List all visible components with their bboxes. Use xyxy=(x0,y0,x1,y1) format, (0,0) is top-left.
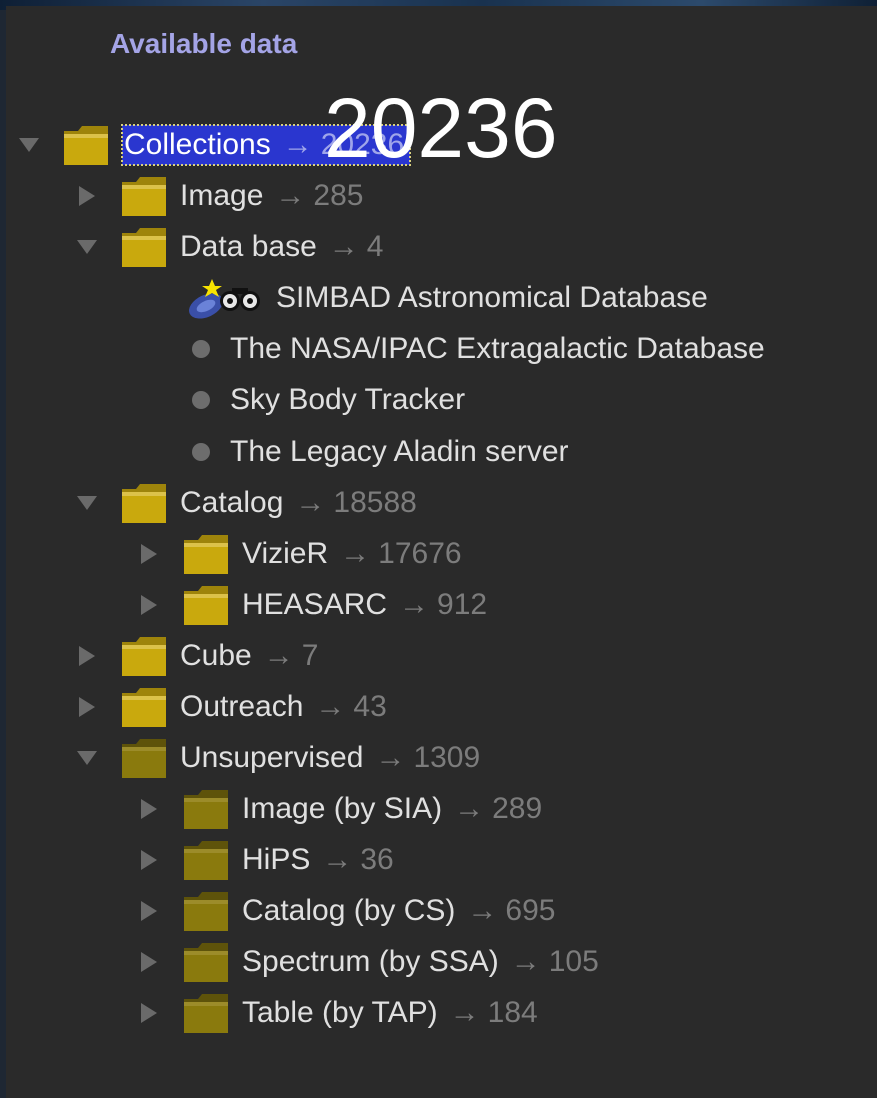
tree-node-unsupervised[interactable]: Unsupervised → 1309 xyxy=(74,733,480,783)
node-label: The NASA/IPAC Extragalactic Database xyxy=(230,332,765,365)
collapsed-triangle-icon[interactable] xyxy=(136,900,162,922)
tree-node-heasarc[interactable]: HEASARC → 912 xyxy=(136,580,487,630)
folder-icon xyxy=(120,225,168,269)
node-label: Collections xyxy=(124,128,271,161)
tree-node-collections[interactable]: Collections → 20236 xyxy=(16,120,412,170)
expanded-triangle-icon[interactable] xyxy=(74,239,100,255)
node-label: Catalog xyxy=(180,486,284,519)
node-label: The Legacy Aladin server xyxy=(230,435,569,468)
node-label: Table (by TAP) xyxy=(242,996,438,1029)
node-arrow: → xyxy=(263,639,294,672)
node-count: 20236 xyxy=(320,128,405,161)
simbad-logo-icon xyxy=(184,273,268,323)
node-arrow: → xyxy=(340,537,371,570)
folder-icon xyxy=(182,787,230,831)
collapsed-triangle-icon[interactable] xyxy=(136,594,162,616)
node-arrow: → xyxy=(282,128,313,161)
bullet-icon xyxy=(192,391,210,409)
node-arrow: → xyxy=(315,690,346,723)
folder-icon xyxy=(182,991,230,1035)
node-label: Spectrum (by SSA) xyxy=(242,945,499,978)
collapsed-triangle-icon[interactable] xyxy=(74,185,100,207)
panel-title: Available data xyxy=(110,28,298,59)
folder-icon xyxy=(182,889,230,933)
tree-leaf-simbad[interactable]: SIMBAD Astronomical Database xyxy=(184,273,708,323)
node-label: Sky Body Tracker xyxy=(230,383,466,416)
node-count: 1309 xyxy=(413,741,481,774)
node-label: Catalog (by CS) xyxy=(242,894,456,927)
node-label: Cube xyxy=(180,639,252,672)
expanded-triangle-icon[interactable] xyxy=(74,750,100,766)
tree-node-cube[interactable]: Cube → 7 xyxy=(74,631,318,681)
node-count: 285 xyxy=(313,179,364,212)
collapsed-triangle-icon[interactable] xyxy=(136,798,162,820)
node-arrow: → xyxy=(375,741,406,774)
node-count: 184 xyxy=(487,996,538,1029)
node-count: 18588 xyxy=(333,486,417,519)
tree-node-catalog-cs[interactable]: Catalog (by CS) → 695 xyxy=(136,886,555,936)
folder-icon xyxy=(182,583,230,627)
node-arrow: → xyxy=(454,792,485,825)
folder-icon xyxy=(62,123,110,167)
tree-node-spectrum-ssa[interactable]: Spectrum (by SSA) → 105 xyxy=(136,937,599,987)
node-label: Image xyxy=(180,179,264,212)
tree-node-catalog[interactable]: Catalog → 18588 xyxy=(74,478,417,528)
node-count: 4 xyxy=(366,230,384,263)
tree-leaf-legacy-aladin[interactable]: The Legacy Aladin server xyxy=(188,427,569,477)
tree-node-vizier[interactable]: VizieR → 17676 xyxy=(136,529,462,579)
node-label: Outreach xyxy=(180,690,304,723)
collapsed-triangle-icon[interactable] xyxy=(136,951,162,973)
expanded-triangle-icon[interactable] xyxy=(16,137,42,153)
bullet-icon xyxy=(192,443,210,461)
tree-node-hips[interactable]: HiPS → 36 xyxy=(136,835,394,885)
folder-icon xyxy=(120,174,168,218)
tree-node-outreach[interactable]: Outreach → 43 xyxy=(74,682,387,732)
collapsed-triangle-icon[interactable] xyxy=(74,645,100,667)
folder-icon xyxy=(120,736,168,780)
node-count: 36 xyxy=(360,843,394,876)
folder-icon xyxy=(182,532,230,576)
node-arrow: → xyxy=(328,230,359,263)
node-count: 17676 xyxy=(378,537,462,570)
node-arrow: → xyxy=(275,179,306,212)
node-label: Unsupervised xyxy=(180,741,364,774)
node-arrow: → xyxy=(322,843,353,876)
collapsed-triangle-icon[interactable] xyxy=(136,849,162,871)
node-count: 695 xyxy=(505,894,556,927)
node-arrow: → xyxy=(467,894,498,927)
folder-icon xyxy=(182,940,230,984)
collapsed-triangle-icon[interactable] xyxy=(136,1002,162,1024)
tree-node-data-base[interactable]: Data base → 4 xyxy=(74,222,383,272)
tree-leaf-ned[interactable]: The NASA/IPAC Extragalactic Database xyxy=(188,324,765,374)
node-count: 912 xyxy=(437,588,488,621)
node-arrow: → xyxy=(449,996,480,1029)
node-count: 105 xyxy=(548,945,599,978)
node-label: SIMBAD Astronomical Database xyxy=(276,281,708,314)
node-label: VizieR xyxy=(242,537,329,570)
node-count: 43 xyxy=(353,690,387,723)
folder-icon xyxy=(120,481,168,525)
folder-icon xyxy=(120,634,168,678)
node-arrow: → xyxy=(510,945,541,978)
collapsed-triangle-icon[interactable] xyxy=(136,543,162,565)
node-label: HiPS xyxy=(242,843,311,876)
folder-icon xyxy=(182,838,230,882)
available-data-panel: Available data Collections → 20236 Image… xyxy=(6,6,877,1098)
tree-node-image[interactable]: Image → 285 xyxy=(74,171,363,221)
node-label: HEASARC xyxy=(242,588,388,621)
node-arrow: → xyxy=(295,486,326,519)
folder-icon xyxy=(120,685,168,729)
node-count: 7 xyxy=(301,639,319,672)
expanded-triangle-icon[interactable] xyxy=(74,495,100,511)
node-label: Data base xyxy=(180,230,317,263)
selected-node-label[interactable]: Collections → 20236 xyxy=(120,124,412,166)
tree-node-table-tap[interactable]: Table (by TAP) → 184 xyxy=(136,988,538,1038)
node-count: 289 xyxy=(492,792,543,825)
collapsed-triangle-icon[interactable] xyxy=(74,696,100,718)
tree-node-image-sia[interactable]: Image (by SIA) → 289 xyxy=(136,784,542,834)
node-label: Image (by SIA) xyxy=(242,792,443,825)
bullet-icon xyxy=(192,340,210,358)
node-arrow: → xyxy=(399,588,430,621)
tree-leaf-sky-body-tracker[interactable]: Sky Body Tracker xyxy=(188,375,465,425)
